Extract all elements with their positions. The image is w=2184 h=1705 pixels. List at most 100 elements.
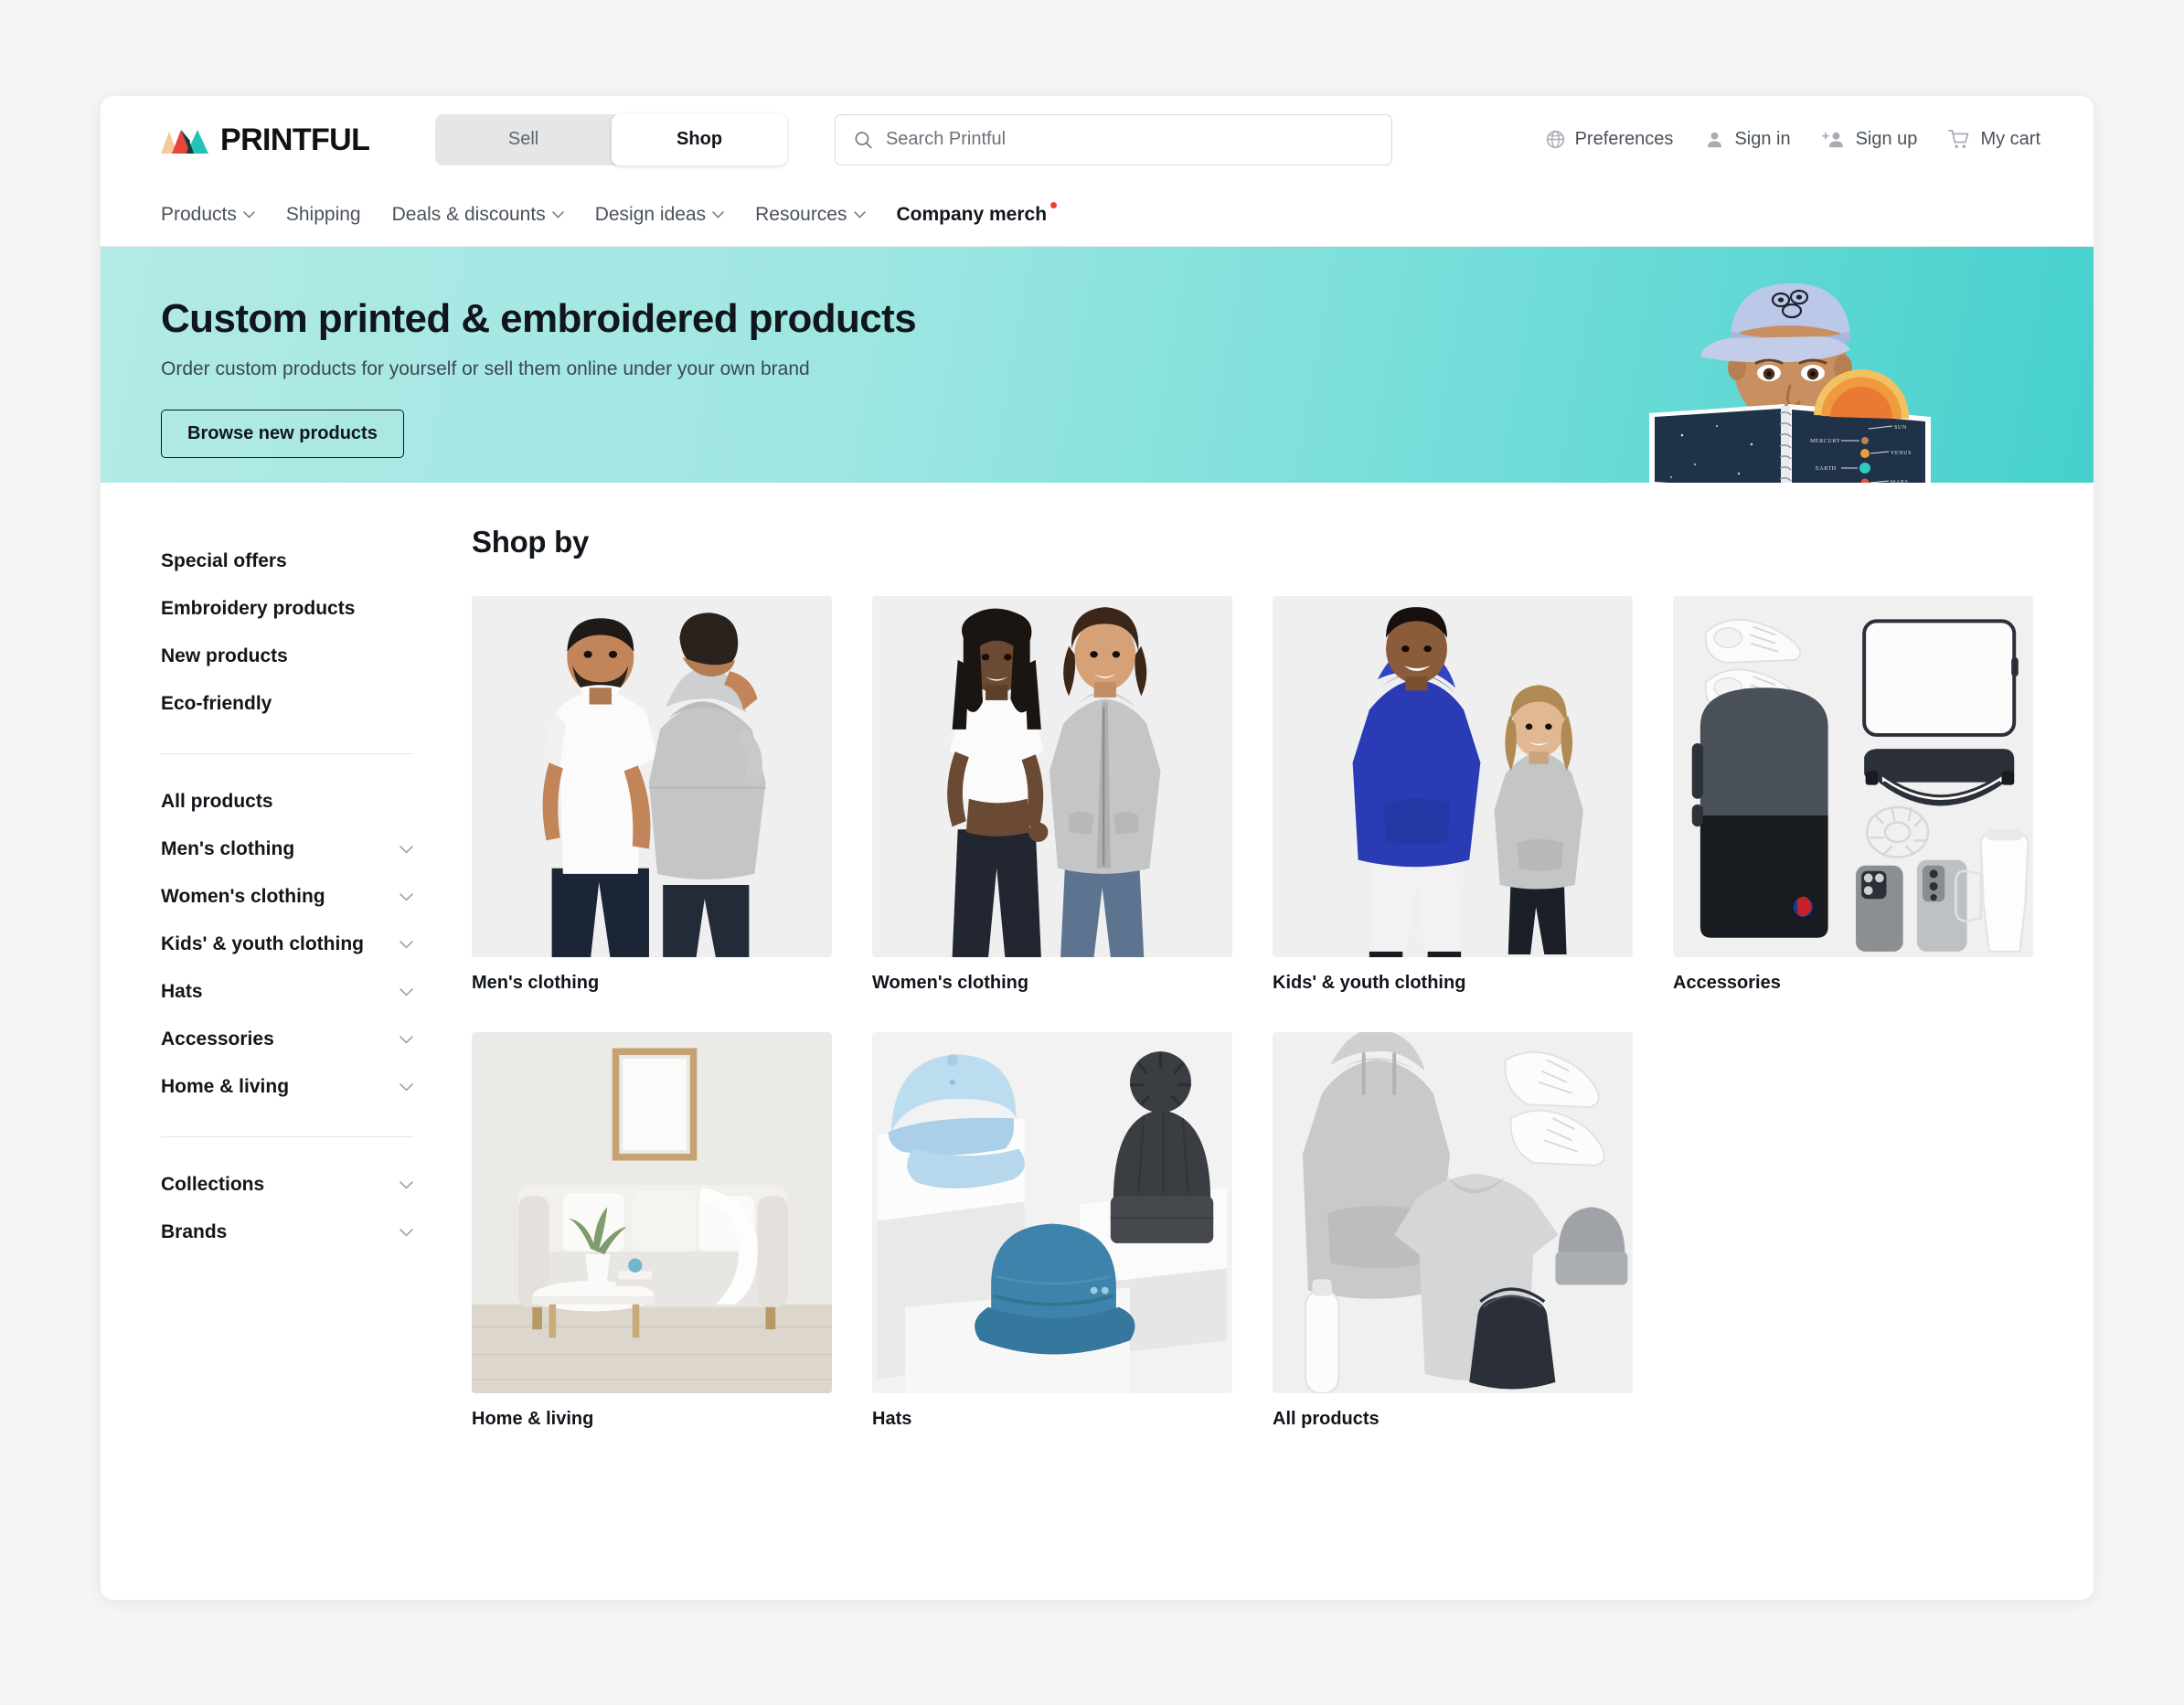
nav-item-shipping[interactable]: Shipping [286,204,361,226]
top-bar: PRINTFUL Sell Shop Preferences [101,96,2093,183]
sidebar-item-eco-friendly[interactable]: Eco-friendly [161,680,421,728]
printful-page: PRINTFUL Sell Shop Preferences [101,96,2093,1600]
chevron-down-icon [712,210,724,218]
sign-in-link[interactable]: Sign in [1704,129,1791,150]
nav-item-products[interactable]: Products [161,204,255,226]
new-indicator-dot [1050,201,1058,208]
sidebar-label: Collections [161,1174,265,1195]
sidebar-item-hats[interactable]: Hats [161,968,421,1016]
sidebar-item-collections[interactable]: Collections [161,1161,421,1209]
chevron-down-icon [400,1228,413,1237]
chevron-down-icon [400,1180,413,1189]
hero-banner: Custom printed & embroidered products Or… [101,247,2093,483]
card-label: Men's clothing [472,973,600,993]
search-icon [855,131,872,148]
preferences-link[interactable]: Preferences [1545,129,1674,150]
chevron-down-icon [400,940,413,949]
sidebar-label: Hats [161,981,203,1002]
sign-up-link[interactable]: Sign up [1821,129,1918,150]
shop-by-section: Shop by Men's clothing Women's clothing … [421,525,2033,1430]
section-title: Shop by [472,525,590,559]
card-image-hats [872,1032,1232,1393]
sidebar-item-accessories[interactable]: Accessories [161,1016,421,1063]
preferences-label: Preferences [1574,129,1674,149]
sidebar-item-special-offers[interactable]: Special offers [161,538,421,585]
sidebar-item-womens-clothing[interactable]: Women's clothing [161,873,421,921]
my-cart-label: My cart [1980,129,2040,149]
sidebar-item-embroidery-products[interactable]: Embroidery products [161,585,421,633]
chevron-down-icon [400,892,413,901]
sidebar-label: Home & living [161,1076,290,1097]
user-plus-icon [1821,132,1843,148]
nav-label: Resources [755,203,847,225]
card-image-womens-clothing [872,596,1232,957]
category-sidebar: Special offers Embroidery products New p… [161,525,421,1430]
sidebar-label: All products [161,791,273,812]
nav-item-company-merch[interactable]: Company merch [896,201,1058,226]
nav-label: Shipping [285,203,361,225]
account-links: Preferences Sign in Sign up My cart [1545,129,2040,150]
card-image-all-products [1273,1032,1633,1393]
svg-text:MARS: MARS [1891,480,1908,483]
search-input[interactable] [885,129,1374,150]
nav-item-deals-discounts[interactable]: Deals & discounts [392,204,564,226]
printful-logo[interactable]: PRINTFUL [161,122,370,157]
hero-subtitle: Order custom products for yourself or se… [161,358,810,380]
category-card-womens-clothing[interactable]: Women's clothing [872,596,1232,994]
category-card-accessories[interactable]: Accessories [1673,596,2033,994]
globe-icon [1546,130,1564,149]
search-bar[interactable] [835,113,1393,165]
chevron-down-icon [400,987,413,996]
sidebar-divider-top [161,753,413,754]
nav-item-design-ideas[interactable]: Design ideas [595,204,724,226]
chevron-down-icon [853,210,866,218]
nav-label: Products [161,203,237,225]
toggle-sell[interactable]: Sell [435,114,612,165]
category-card-kids-youth-clothing[interactable]: Kids' & youth clothing [1273,596,1633,994]
sidebar-item-kids-youth-clothing[interactable]: Kids' & youth clothing [161,921,421,968]
sidebar-item-new-products[interactable]: New products [161,633,421,680]
svg-text:EARTH: EARTH [1816,466,1837,472]
nav-label: Company merch [896,203,1048,225]
chevron-down-icon [551,210,564,218]
main-navigation: Products Shipping Deals & discounts Desi… [101,183,2093,247]
sell-shop-toggle: Sell Shop [435,113,788,165]
chevron-down-icon [400,1035,413,1044]
card-label: Women's clothing [872,973,1029,993]
nav-item-resources[interactable]: Resources [755,203,866,226]
sidebar-item-mens-clothing[interactable]: Men's clothing [161,826,421,873]
sign-in-label: Sign in [1734,129,1791,149]
page-body: Special offers Embroidery products New p… [101,483,2093,1430]
sidebar-item-home-living[interactable]: Home & living [161,1063,421,1111]
sidebar-label: Men's clothing [161,838,295,859]
category-card-all-products[interactable]: All products [1273,1032,1633,1430]
sidebar-divider-bottom [161,1136,413,1137]
nav-label: Design ideas [594,203,707,225]
card-label: Hats [872,1409,912,1429]
sidebar-item-brands[interactable]: Brands [161,1209,421,1256]
card-image-accessories [1673,596,2033,957]
hero-title: Custom printed & embroidered products [161,296,917,341]
sidebar-item-all-products[interactable]: All products [161,778,421,826]
category-card-home-living[interactable]: Home & living [472,1032,832,1430]
sign-up-label: Sign up [1855,129,1918,149]
nav-label: Deals & discounts [391,203,546,225]
toggle-shop[interactable]: Shop [611,113,788,165]
card-image-home-living [472,1032,832,1393]
my-cart-link[interactable]: My cart [1948,129,2040,150]
chevron-down-icon [243,210,255,218]
card-label: Accessories [1673,973,1781,993]
user-icon [1708,132,1722,148]
chevron-down-icon [400,1082,413,1092]
logo-wordmark: PRINTFUL [220,122,370,157]
chevron-down-icon [400,845,413,854]
card-label: Kids' & youth clothing [1273,973,1466,993]
card-label: Home & living [472,1409,594,1429]
printful-mountains-icon [161,129,208,154]
category-card-hats[interactable]: Hats [872,1032,1232,1430]
sidebar-label: Accessories [161,1028,274,1050]
card-image-mens-clothing [472,596,832,957]
sidebar-label: Women's clothing [161,886,325,907]
browse-new-products-button[interactable]: Browse new products [161,410,404,459]
category-card-mens-clothing[interactable]: Men's clothing [472,596,832,994]
